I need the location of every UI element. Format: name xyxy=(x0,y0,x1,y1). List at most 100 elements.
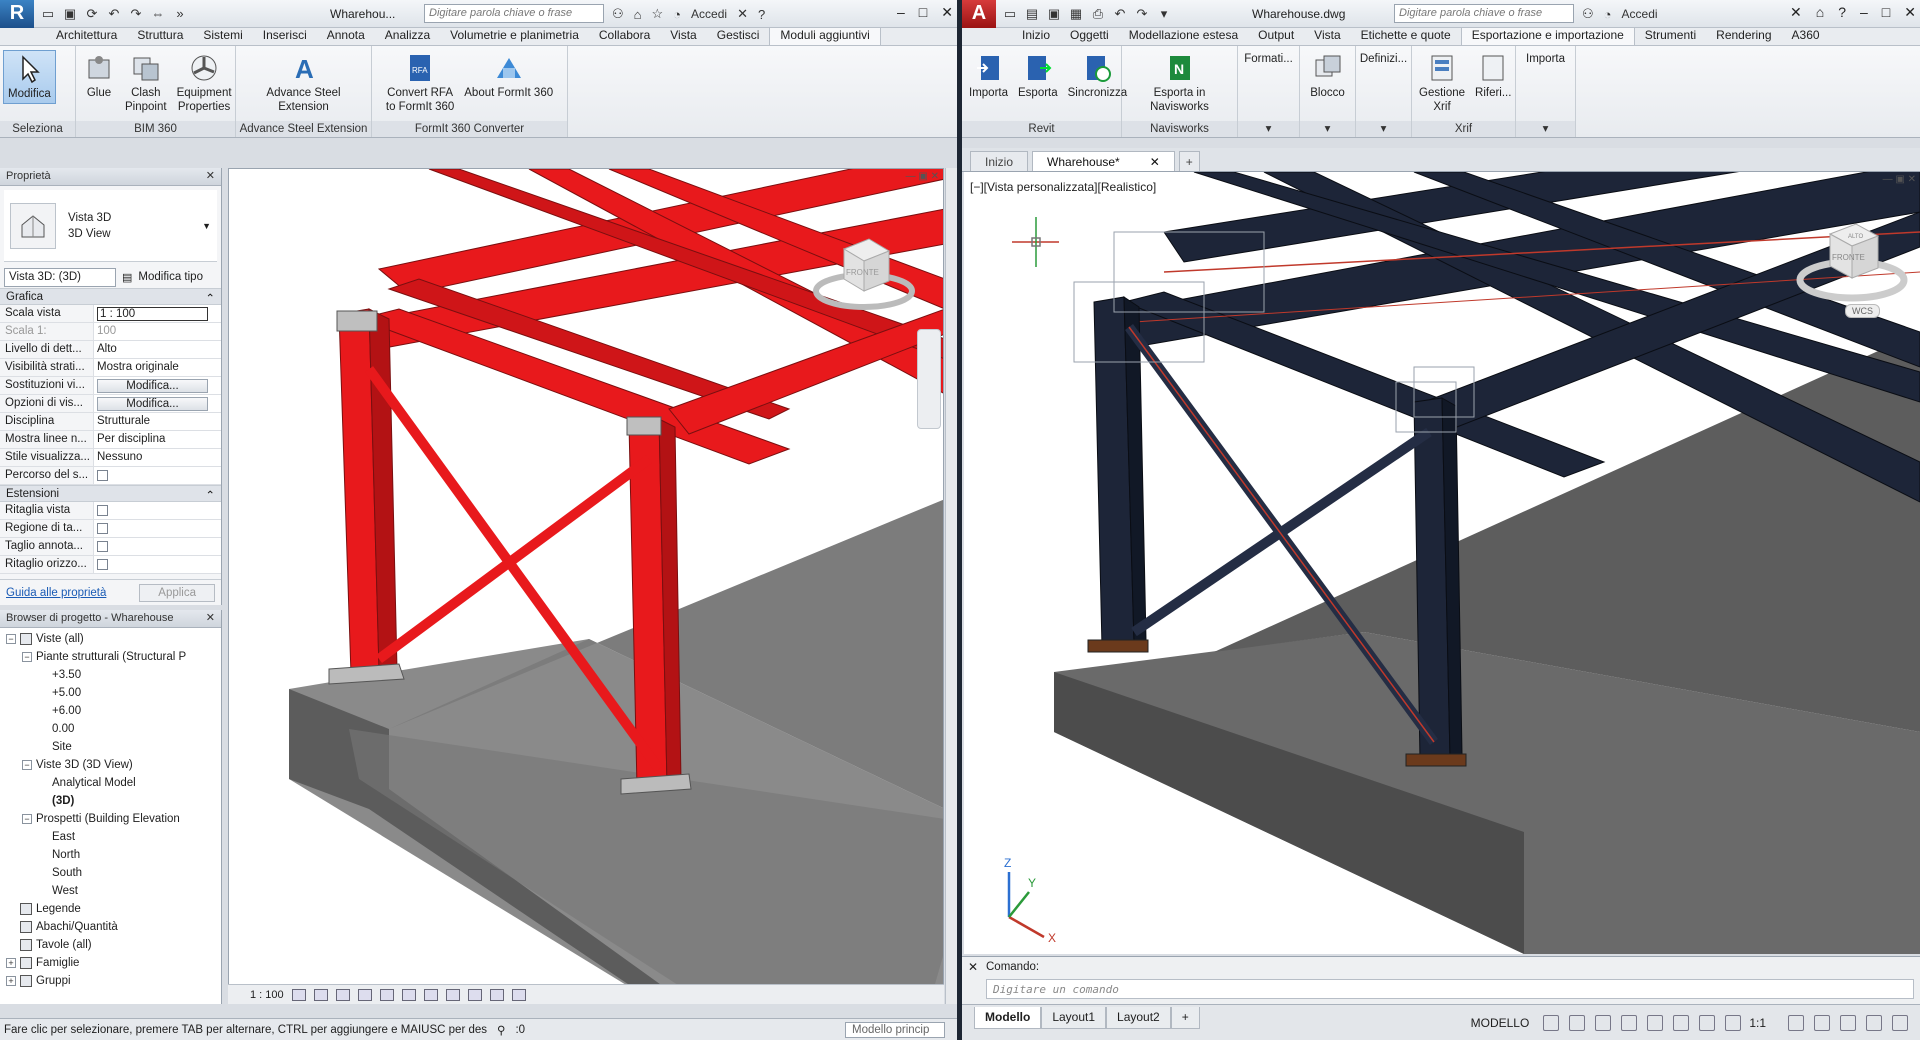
close-icon[interactable]: ✕ xyxy=(1904,4,1916,21)
revit-3d-view[interactable]: FRONTE — ▣ ✕ xyxy=(228,168,944,1004)
tab-etichette-quote[interactable]: Etichette e quote xyxy=(1351,26,1461,45)
minimize-icon[interactable]: – xyxy=(1860,4,1868,21)
browser-item[interactable]: − Prospetti (Building Elevation xyxy=(0,810,221,828)
command-input[interactable]: Digitare un comando xyxy=(986,979,1914,999)
type-selector[interactable]: Vista 3D 3D View ▼ xyxy=(4,190,217,262)
wcs-menu[interactable]: WCS xyxy=(1845,304,1880,318)
tab-esportazione-importazione[interactable]: Esportazione e importazione xyxy=(1460,25,1635,45)
modify-button[interactable]: Modifica xyxy=(3,50,56,104)
isolate-icon[interactable] xyxy=(1840,1014,1856,1031)
edit-button[interactable]: Modifica... xyxy=(97,397,208,411)
browser-item[interactable]: + Famiglie xyxy=(0,954,221,972)
references-button[interactable]: Riferi... xyxy=(1471,50,1515,102)
model-space-label[interactable]: MODELLO xyxy=(1471,1016,1530,1030)
tab-analizza[interactable]: Analizza xyxy=(375,26,440,45)
comm-center-icon[interactable]: ⌂ xyxy=(634,7,642,22)
layout-tab-1[interactable]: Layout1 xyxy=(1041,1006,1107,1029)
apply-button[interactable]: Applica xyxy=(139,583,215,602)
sync-button[interactable]: Sincronizza xyxy=(1064,50,1131,102)
view-instance-select[interactable]: Vista 3D: (3D) xyxy=(4,267,116,287)
open-icon[interactable]: ▤ xyxy=(1024,6,1040,22)
browser-item[interactable]: West xyxy=(0,882,221,900)
user-icon[interactable]: ◔ xyxy=(673,7,681,22)
redo-icon[interactable]: ↷ xyxy=(128,6,144,22)
gizmo-icon[interactable] xyxy=(1725,1014,1742,1031)
browser-item[interactable]: + Gruppi xyxy=(0,972,221,990)
collapse-icon[interactable]: − xyxy=(22,652,32,662)
saveas-icon[interactable]: ▦ xyxy=(1068,6,1084,22)
revit-app-button[interactable]: R xyxy=(0,0,34,28)
ortho-icon[interactable] xyxy=(1595,1014,1612,1031)
property-checkbox[interactable] xyxy=(97,559,108,570)
tab-rendering[interactable]: Rendering xyxy=(1706,26,1781,45)
print-icon[interactable]: ⎙ xyxy=(1090,6,1106,22)
more-icon[interactable]: » xyxy=(172,6,188,22)
browser-item[interactable]: Abachi/Quantità xyxy=(0,918,221,936)
acad-search-input[interactable]: Digitare parola chiave o frase xyxy=(1394,4,1574,23)
detail-level-icon[interactable] xyxy=(291,988,306,1001)
highlight-icon[interactable] xyxy=(511,988,526,1001)
reveal-hidden-icon[interactable] xyxy=(467,988,482,1001)
tab-sistemi[interactable]: Sistemi xyxy=(193,26,252,45)
tab-output[interactable]: Output xyxy=(1248,26,1304,45)
browser-item[interactable]: East xyxy=(0,828,221,846)
expand-icon[interactable]: ▾ xyxy=(1238,121,1299,137)
acad-model-viewport[interactable]: Z X Y [−][Vista personalizzata][Realisti… xyxy=(964,172,1920,954)
tab-vista[interactable]: Vista xyxy=(660,26,706,45)
property-checkbox[interactable] xyxy=(97,523,108,534)
tab-inizio[interactable]: Inizio xyxy=(1012,26,1060,45)
sync-icon[interactable]: ⟳ xyxy=(84,6,100,22)
worksets-icon[interactable]: ⚲ xyxy=(497,1023,505,1037)
add-layout-button[interactable]: + xyxy=(1170,1006,1200,1029)
convert-rfa-button[interactable]: RFA Convert RFA to FormIt 360 xyxy=(382,50,458,116)
browser-item[interactable]: Site xyxy=(0,738,221,756)
tab-gestisci[interactable]: Gestisci xyxy=(707,26,770,45)
polar-icon[interactable] xyxy=(1621,1014,1638,1031)
export-button[interactable]: Esporta xyxy=(1014,50,1062,102)
edit-type-button[interactable]: Modifica tipo xyxy=(138,271,203,283)
equipment-properties-button[interactable]: Equipment Properties xyxy=(173,50,236,116)
sun-path-icon[interactable] xyxy=(335,988,350,1001)
expand-icon[interactable]: ▾ xyxy=(1356,121,1411,137)
osnap-icon[interactable] xyxy=(1647,1014,1664,1031)
user-icon[interactable]: ◔ xyxy=(1604,7,1612,22)
help-icon[interactable]: ? xyxy=(1838,4,1846,21)
save-icon[interactable]: ▣ xyxy=(62,6,78,22)
property-value[interactable]: Nessuno xyxy=(93,449,221,466)
browser-item[interactable]: +5.00 xyxy=(0,684,221,702)
measure-icon[interactable]: ⇔ xyxy=(150,6,166,22)
import-button[interactable]: Importa xyxy=(965,50,1012,102)
group-graphics[interactable]: Grafica ⌃ xyxy=(0,288,221,305)
otrack-icon[interactable] xyxy=(1673,1014,1690,1031)
acad-viewcube[interactable]: FRONTE ALTO xyxy=(1792,212,1912,312)
model-selector[interactable]: Modello princip xyxy=(845,1021,945,1038)
property-value[interactable]: Alto xyxy=(93,341,221,358)
exchange-icon[interactable]: ✕ xyxy=(1790,4,1802,21)
close-icon[interactable]: ✕ xyxy=(206,169,215,182)
clash-pinpoint-button[interactable]: Clash Pinpoint xyxy=(121,50,171,116)
tab-vista[interactable]: Vista xyxy=(1304,26,1350,45)
viewport-controls-label[interactable]: [−][Vista personalizzata][Realistico] xyxy=(970,180,1156,194)
collapse-icon[interactable]: − xyxy=(22,760,32,770)
save-icon[interactable]: ▣ xyxy=(1046,6,1062,22)
close-icon[interactable]: ✕ xyxy=(1150,155,1160,169)
maximize-icon[interactable]: □ xyxy=(1882,4,1890,21)
import-generic-button[interactable]: Importa xyxy=(1522,50,1569,68)
tab-annota[interactable]: Annota xyxy=(317,26,375,45)
advance-steel-button[interactable]: A Advance Steel Extension xyxy=(262,50,344,116)
expand-icon[interactable]: + xyxy=(6,976,16,986)
help-icon[interactable]: ? xyxy=(758,7,765,22)
visual-style-icon[interactable] xyxy=(313,988,328,1001)
manage-xrif-button[interactable]: Gestione Xrif xyxy=(1415,50,1469,116)
property-checkbox[interactable] xyxy=(97,541,108,552)
browser-item[interactable]: − Viste 3D (3D View) xyxy=(0,756,221,774)
tab-modellazione-estesa[interactable]: Modellazione estesa xyxy=(1119,26,1248,45)
collapse-icon[interactable]: − xyxy=(6,634,16,644)
gear-icon[interactable] xyxy=(1788,1014,1804,1031)
tab-collabora[interactable]: Collabora xyxy=(589,26,660,45)
new-icon[interactable]: ▭ xyxy=(1002,6,1018,22)
signin-button[interactable]: Accedi xyxy=(691,7,727,21)
fullscreen-icon[interactable] xyxy=(1866,1014,1882,1031)
tab-moduli-aggiuntivi[interactable]: Moduli aggiuntivi xyxy=(769,25,881,45)
viewcube[interactable]: FRONTE xyxy=(809,229,919,319)
